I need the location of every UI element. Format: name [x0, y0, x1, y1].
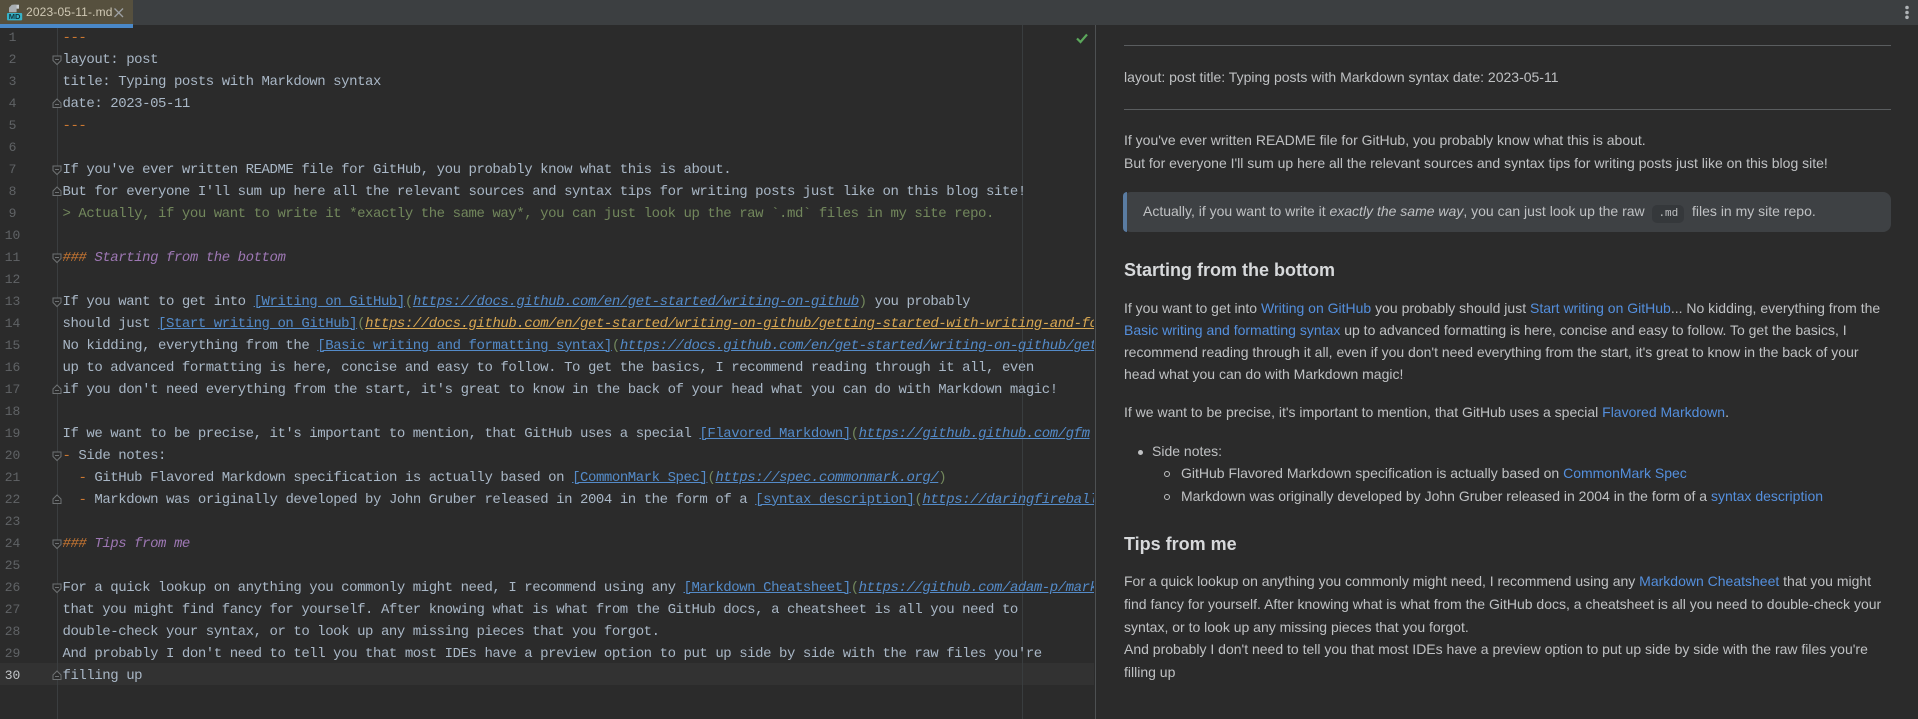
svg-text:MD: MD	[9, 12, 21, 21]
